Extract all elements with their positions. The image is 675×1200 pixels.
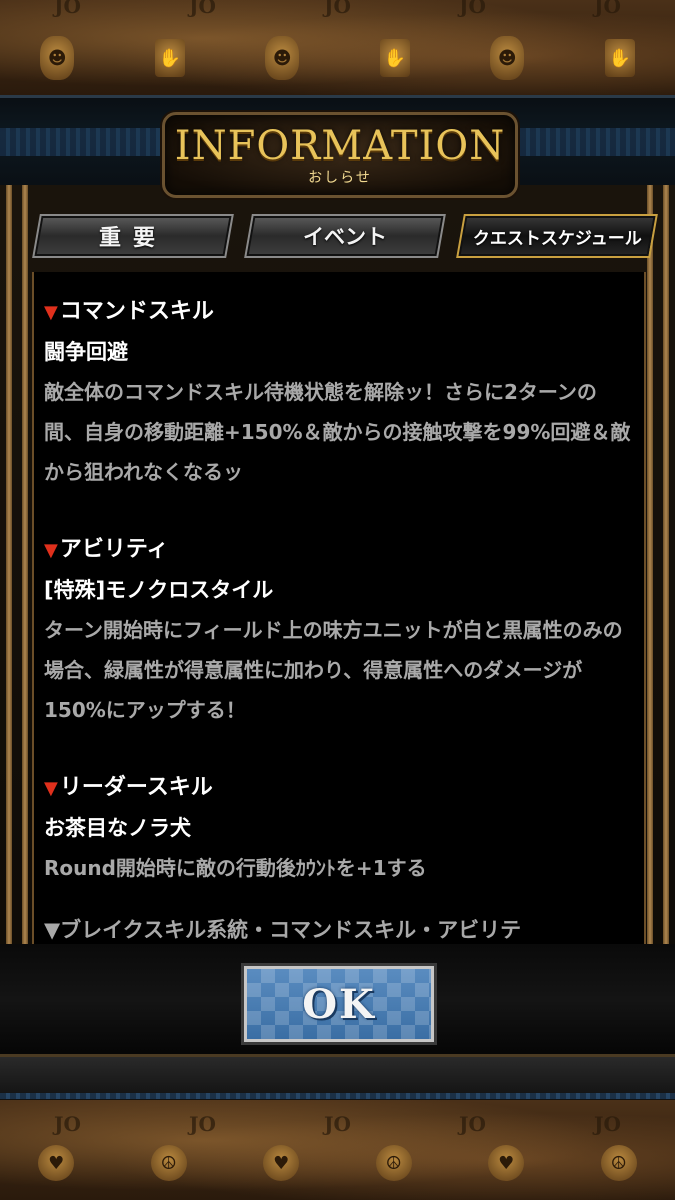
frame-rail bbox=[663, 185, 669, 1055]
jo-mark: JO bbox=[324, 1112, 351, 1136]
mask-icon: ☻ bbox=[40, 36, 75, 80]
page-title: INFORMATION bbox=[174, 123, 506, 169]
hand-icon: ✋ bbox=[379, 39, 410, 77]
tab-quest-schedule[interactable]: クエストスケジュール bbox=[456, 214, 658, 258]
cutoff-text-line: ▼ブレイクスキル系統・コマンドスキル・アビリテ bbox=[44, 918, 522, 942]
page-subtitle: おしらせ bbox=[308, 170, 372, 186]
tab-label: イベント bbox=[303, 225, 387, 249]
peace-icon: ☮ bbox=[150, 1145, 187, 1181]
section-heading: ▼コマンドスキル bbox=[44, 299, 214, 324]
leader-skill-description: Round開始時に敵の行動後ｶｳﾝﾄを+1する bbox=[44, 856, 427, 880]
info-content-scroll[interactable]: ▼コマンドスキル 闘争回避 敵全体のコマンドスキル待機状態を解除ッ！さらに2ター… bbox=[32, 272, 646, 944]
ok-button[interactable]: OK bbox=[241, 963, 437, 1045]
peace-icon: ☮ bbox=[600, 1145, 637, 1181]
ok-label: OK bbox=[302, 980, 376, 1028]
ability-description: ターン開始時にフィールド上の味方ユニットが白と黒属性のみの場合、緑属性が得意属性… bbox=[44, 618, 623, 722]
peace-icon: ☮ bbox=[375, 1145, 412, 1181]
triangle-marker-icon: ▼ bbox=[44, 302, 58, 323]
tab-event[interactable]: イベント bbox=[244, 214, 446, 258]
jo-mark: JO bbox=[459, 1112, 486, 1136]
top-motif-row: ☻ ✋ ☻ ✋ ☻ ✋ bbox=[0, 36, 675, 80]
triangle-marker-icon: ▼ bbox=[44, 540, 58, 561]
jo-mark: JO bbox=[189, 0, 216, 18]
leader-skill-section: ▼リーダースキル お茶目なノラ犬 Round開始時に敵の行動後ｶｳﾝﾄを+1する bbox=[44, 768, 634, 888]
mask-icon: ☻ bbox=[490, 36, 525, 80]
leader-skill-name: お茶目なノラ犬 bbox=[44, 816, 191, 840]
mask-icon: ☻ bbox=[265, 36, 300, 80]
jo-mark: JO bbox=[54, 0, 81, 18]
jo-mark: JO bbox=[459, 0, 486, 18]
title-plaque: INFORMATION おしらせ bbox=[162, 112, 518, 198]
bottom-decor-band: JO JO JO JO JO ♥ ☮ ♥ ☮ ♥ ☮ bbox=[0, 1100, 675, 1200]
jo-mark: JO bbox=[54, 1112, 81, 1136]
ability-name: [特殊]モノクロスタイル bbox=[44, 578, 274, 602]
section-heading: ▼リーダースキル bbox=[44, 775, 213, 800]
ability-section: ▼アビリティ [特殊]モノクロスタイル ターン開始時にフィールド上の味方ユニット… bbox=[44, 530, 634, 730]
jo-mark: JO bbox=[189, 1112, 216, 1136]
footer-rail bbox=[0, 1054, 675, 1103]
jo-mark: JO bbox=[594, 1112, 621, 1136]
skill-name: 闘争回避 bbox=[44, 340, 128, 364]
frame-rail bbox=[22, 185, 28, 1055]
jo-pattern: JO JO JO JO JO bbox=[0, 0, 675, 18]
section-heading: ▼アビリティ bbox=[44, 537, 169, 562]
heart-icon: ♥ bbox=[38, 1145, 75, 1181]
hand-icon: ✋ bbox=[604, 39, 635, 77]
heart-icon: ♥ bbox=[263, 1145, 300, 1181]
hand-icon: ✋ bbox=[154, 39, 185, 77]
triangle-marker-icon: ▼ bbox=[44, 778, 58, 799]
tab-label: クエストスケジュール bbox=[472, 228, 642, 249]
command-skill-section: ▼コマンドスキル 闘争回避 敵全体のコマンドスキル待機状態を解除ッ！さらに2ター… bbox=[44, 292, 634, 492]
heart-icon: ♥ bbox=[488, 1145, 525, 1181]
tab-bar: 重要 イベント クエストスケジュール bbox=[32, 214, 658, 258]
frame-rail bbox=[647, 185, 653, 1055]
jo-mark: JO bbox=[324, 0, 351, 18]
tab-label: 重要 bbox=[98, 226, 167, 251]
skill-description: 敵全体のコマンドスキル待機状態を解除ッ！さらに2ターンの間、自身の移動距離+15… bbox=[44, 380, 631, 484]
frame-rail bbox=[6, 185, 12, 1055]
top-decor-band: JO JO JO JO JO ☻ ✋ ☻ ✋ ☻ ✋ bbox=[0, 0, 675, 95]
tab-important[interactable]: 重要 bbox=[32, 214, 234, 258]
jo-mark: JO bbox=[594, 0, 621, 18]
bottom-motif-row: ♥ ☮ ♥ ☮ ♥ ☮ bbox=[0, 1145, 675, 1181]
jo-pattern: JO JO JO JO JO bbox=[0, 1112, 675, 1136]
